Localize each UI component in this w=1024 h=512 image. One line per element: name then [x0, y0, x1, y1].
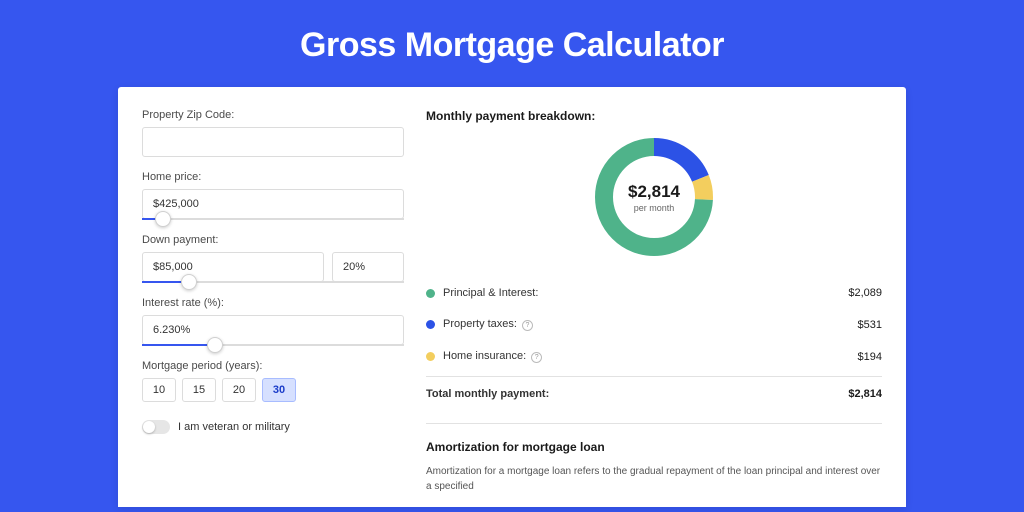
legend-row-0: Principal & Interest:$2,089: [426, 277, 882, 308]
legend-value: $2,089: [848, 287, 882, 299]
donut-sub: per month: [634, 203, 675, 213]
form-column: Property Zip Code: Home price: Down paym…: [142, 109, 404, 507]
donut-amount: $2,814: [628, 182, 680, 202]
home-price-input[interactable]: [142, 189, 404, 219]
zip-field: Property Zip Code:: [142, 109, 404, 157]
legend: Principal & Interest:$2,089Property taxe…: [426, 277, 882, 372]
legend-dot-icon: [426, 352, 435, 361]
legend-dot-icon: [426, 289, 435, 298]
period-btn-20[interactable]: 20: [222, 378, 256, 402]
legend-row-1: Property taxes:?$531: [426, 308, 882, 340]
breakdown-column: Monthly payment breakdown: $2,814 per mo…: [426, 109, 882, 507]
legend-row-2: Home insurance:?$194: [426, 340, 882, 372]
donut-chart: $2,814 per month: [592, 135, 716, 259]
home-price-field: Home price:: [142, 171, 404, 220]
period-btn-15[interactable]: 15: [182, 378, 216, 402]
down-payment-slider[interactable]: [142, 281, 404, 283]
interest-input[interactable]: [142, 315, 404, 345]
down-payment-field: Down payment:: [142, 234, 404, 283]
period-btn-30[interactable]: 30: [262, 378, 296, 402]
down-payment-pct-input[interactable]: [332, 252, 404, 282]
interest-slider[interactable]: [142, 344, 404, 346]
interest-label: Interest rate (%):: [142, 297, 404, 309]
legend-dot-icon: [426, 320, 435, 329]
veteran-toggle[interactable]: [142, 420, 170, 434]
zip-input[interactable]: [142, 127, 404, 157]
legend-value: $531: [858, 319, 882, 331]
interest-field: Interest rate (%):: [142, 297, 404, 346]
interest-slider-thumb[interactable]: [207, 337, 223, 353]
down-payment-label: Down payment:: [142, 234, 404, 246]
period-options: 10152030: [142, 378, 404, 402]
down-payment-slider-thumb[interactable]: [181, 274, 197, 290]
zip-label: Property Zip Code:: [142, 109, 404, 121]
breakdown-title: Monthly payment breakdown:: [426, 109, 882, 123]
info-icon[interactable]: ?: [522, 320, 533, 331]
amortization-text: Amortization for a mortgage loan refers …: [426, 464, 882, 494]
home-price-label: Home price:: [142, 171, 404, 183]
period-btn-10[interactable]: 10: [142, 378, 176, 402]
period-label: Mortgage period (years):: [142, 360, 404, 372]
legend-label: Property taxes:?: [443, 318, 858, 331]
veteran-label: I am veteran or military: [178, 421, 290, 433]
amortization-block: Amortization for mortgage loan Amortizat…: [426, 423, 882, 494]
home-price-slider-thumb[interactable]: [155, 211, 171, 227]
legend-value: $194: [858, 351, 882, 363]
period-field: Mortgage period (years): 10152030: [142, 360, 404, 402]
info-icon[interactable]: ?: [531, 352, 542, 363]
down-payment-input[interactable]: [142, 252, 324, 282]
legend-total-value: $2,814: [848, 388, 882, 400]
legend-label: Home insurance:?: [443, 350, 858, 363]
legend-label: Principal & Interest:: [443, 287, 848, 299]
legend-total-row: Total monthly payment: $2,814: [426, 376, 882, 409]
amortization-title: Amortization for mortgage loan: [426, 440, 882, 454]
page-title: Gross Mortgage Calculator: [0, 0, 1024, 87]
legend-total-label: Total monthly payment:: [426, 388, 848, 400]
donut-chart-wrap: $2,814 per month: [426, 135, 882, 259]
donut-center: $2,814 per month: [592, 135, 716, 259]
home-price-slider[interactable]: [142, 218, 404, 220]
veteran-row: I am veteran or military: [142, 420, 404, 434]
calculator-card: Property Zip Code: Home price: Down paym…: [118, 87, 906, 507]
